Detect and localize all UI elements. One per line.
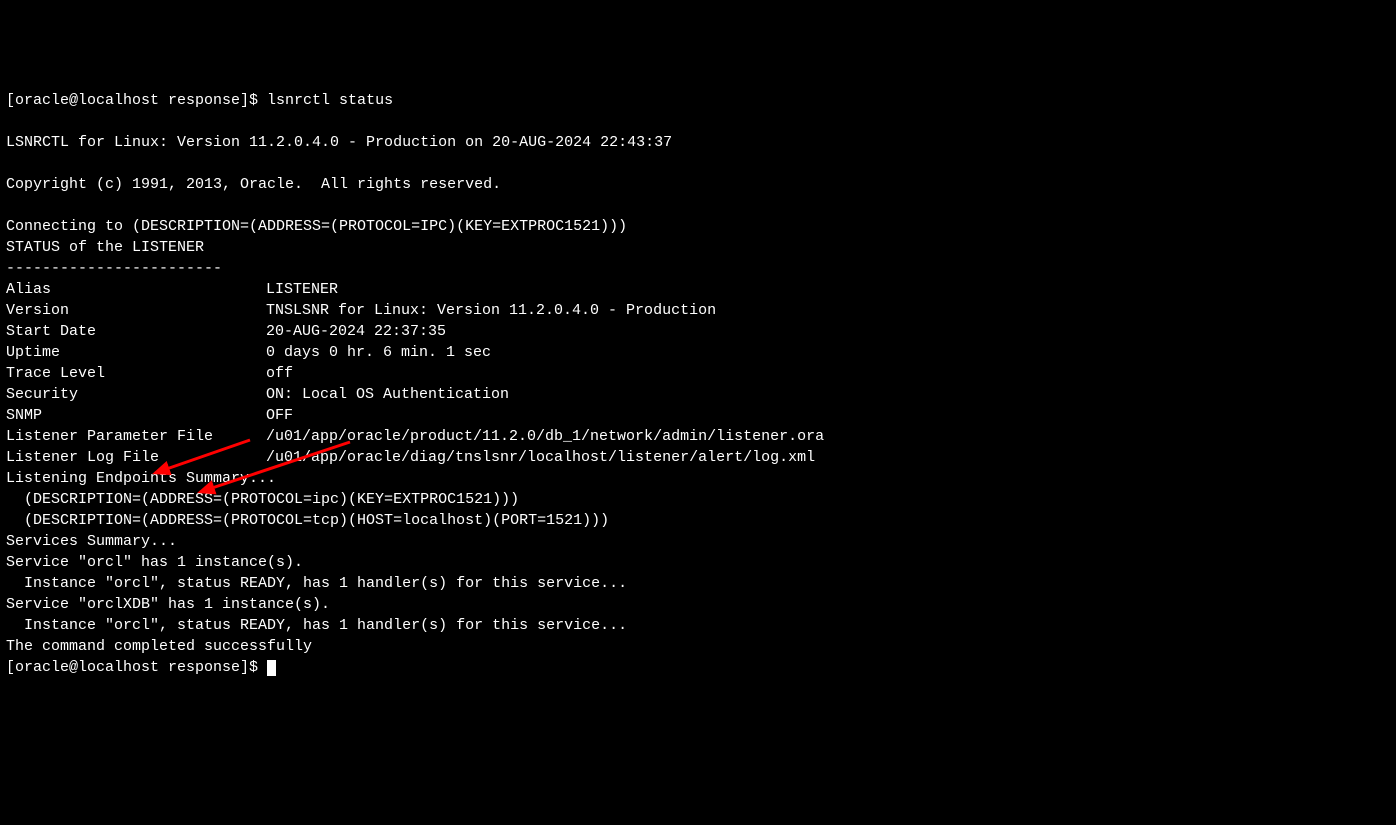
field-uptime: Uptime0 days 0 hr. 6 min. 1 sec <box>6 342 1390 363</box>
field-value: ON: Local OS Authentication <box>266 386 509 403</box>
field-snmp: SNMPOFF <box>6 405 1390 426</box>
field-label: Trace Level <box>6 363 266 384</box>
field-label: Start Date <box>6 321 266 342</box>
field-param-file: Listener Parameter File/u01/app/oracle/p… <box>6 426 1390 447</box>
instance-line: Instance "orcl", status READY, has 1 han… <box>6 617 627 634</box>
endpoint-line: (DESCRIPTION=(ADDRESS=(PROTOCOL=ipc)(KEY… <box>6 491 519 508</box>
terminal-output[interactable]: [oracle@localhost response]$ lsnrctl sta… <box>6 90 1390 678</box>
prompt-prefix: [oracle@localhost response]$ <box>6 659 267 676</box>
instance-line: Instance "orcl", status READY, has 1 han… <box>6 575 627 592</box>
separator-line: ------------------------ <box>6 260 222 277</box>
field-label: Version <box>6 300 266 321</box>
field-version: VersionTNSLSNR for Linux: Version 11.2.0… <box>6 300 1390 321</box>
field-value: off <box>266 365 293 382</box>
completed-line: The command completed successfully <box>6 638 312 655</box>
status-header: STATUS of the LISTENER <box>6 239 204 256</box>
service-line: Service "orclXDB" has 1 instance(s). <box>6 596 330 613</box>
copyright-line: Copyright (c) 1991, 2013, Oracle. All ri… <box>6 176 501 193</box>
connecting-line: Connecting to (DESCRIPTION=(ADDRESS=(PRO… <box>6 218 627 235</box>
field-alias: AliasLISTENER <box>6 279 1390 300</box>
prompt-line-1: [oracle@localhost response]$ lsnrctl sta… <box>6 92 393 109</box>
field-label: Security <box>6 384 266 405</box>
field-label: SNMP <box>6 405 266 426</box>
field-label: Listener Log File <box>6 447 266 468</box>
field-trace-level: Trace Leveloff <box>6 363 1390 384</box>
field-value: TNSLSNR for Linux: Version 11.2.0.4.0 - … <box>266 302 716 319</box>
field-security: SecurityON: Local OS Authentication <box>6 384 1390 405</box>
field-label: Listener Parameter File <box>6 426 266 447</box>
field-value: 0 days 0 hr. 6 min. 1 sec <box>266 344 491 361</box>
field-start-date: Start Date20-AUG-2024 22:37:35 <box>6 321 1390 342</box>
field-label: Alias <box>6 279 266 300</box>
field-value: LISTENER <box>266 281 338 298</box>
prompt-prefix: [oracle@localhost response]$ <box>6 92 267 109</box>
lsnrctl-version-line: LSNRCTL for Linux: Version 11.2.0.4.0 - … <box>6 134 672 151</box>
command-text: lsnrctl status <box>267 92 393 109</box>
field-label: Uptime <box>6 342 266 363</box>
prompt-line-2: [oracle@localhost response]$ <box>6 659 276 676</box>
field-log-file: Listener Log File/u01/app/oracle/diag/tn… <box>6 447 1390 468</box>
endpoint-line: (DESCRIPTION=(ADDRESS=(PROTOCOL=tcp)(HOS… <box>6 512 609 529</box>
service-line: Service "orcl" has 1 instance(s). <box>6 554 303 571</box>
field-value: /u01/app/oracle/diag/tnslsnr/localhost/l… <box>266 449 815 466</box>
services-header: Services Summary... <box>6 533 177 550</box>
endpoints-header: Listening Endpoints Summary... <box>6 470 276 487</box>
field-value: /u01/app/oracle/product/11.2.0/db_1/netw… <box>266 428 824 445</box>
cursor-icon <box>267 660 276 676</box>
field-value: OFF <box>266 407 293 424</box>
field-value: 20-AUG-2024 22:37:35 <box>266 323 446 340</box>
